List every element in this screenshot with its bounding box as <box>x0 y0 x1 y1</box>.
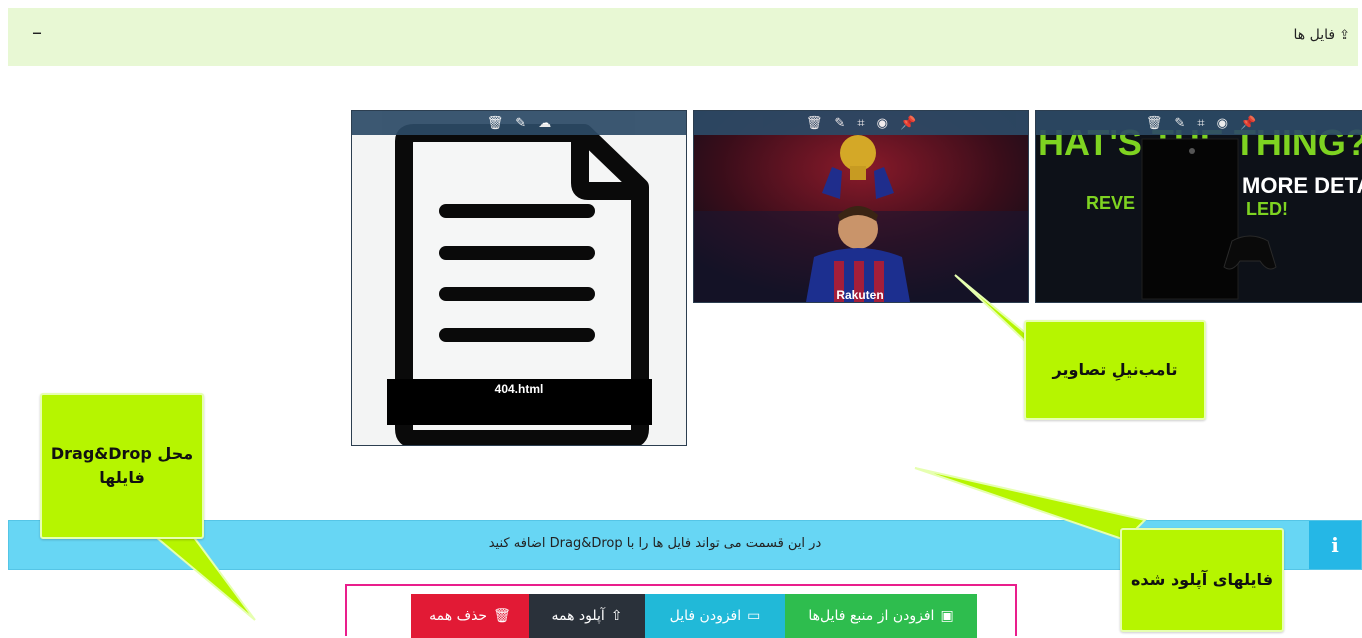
messi-trophy-photo: Rakuten <box>694 111 1028 302</box>
trash-icon: 🗑 <box>493 608 511 624</box>
shirt-sponsor-text: Rakuten <box>836 288 883 302</box>
promo-subline: MORE DETAILS <box>1242 173 1362 198</box>
edit-icon[interactable]: ✎ <box>515 117 526 130</box>
edit-icon[interactable]: ✎ <box>1174 117 1185 130</box>
crop-icon[interactable]: ⌗ <box>1197 117 1204 130</box>
callout-dragdrop-area: محل Drag&Drop فایلها <box>40 393 204 539</box>
eye-icon[interactable]: ◉ <box>877 117 888 130</box>
files-panel-header: ⇪فایل ها – <box>8 8 1358 66</box>
file-actions-bar: 🗑 ✎ ⌗ ◉ 📌 <box>1036 111 1362 135</box>
cloud-upload-icon: ⇪ <box>1339 28 1350 43</box>
image-icon: ▣ <box>940 608 954 624</box>
file-name-label: 404.html <box>494 382 544 396</box>
delete-all-button[interactable]: 🗑 حذف همه <box>411 594 529 638</box>
file-actions-bar: 🗑 ✎ ☁ <box>352 111 686 135</box>
eye-icon[interactable]: ◉ <box>1217 117 1228 130</box>
file-card-image-messi[interactable]: 🗑 ✎ ⌗ ◉ 📌 Rakuten <box>693 110 1029 303</box>
collapse-button[interactable]: – <box>32 20 42 44</box>
file-card-image-xbox[interactable]: 🗑 ✎ ⌗ ◉ 📌 HAT'S THE THING? MORE DETAILS … <box>1035 110 1362 303</box>
trash-icon[interactable]: 🗑 <box>487 117 504 130</box>
upload-icon: ⇧ <box>610 608 623 624</box>
callout-uploaded-files: فایلهای آپلود شده <box>1120 528 1284 632</box>
add-from-source-button[interactable]: ▣ افزودن از منبع فایل‌ها <box>785 594 977 638</box>
edit-icon[interactable]: ✎ <box>834 117 845 130</box>
panel-title: ⇪فایل ها <box>1293 27 1350 43</box>
trash-icon[interactable]: 🗑 <box>1146 117 1163 130</box>
folder-icon: ▭ <box>747 608 761 624</box>
info-icon: i <box>1309 521 1361 569</box>
pin-icon[interactable]: 📌 <box>1240 117 1256 130</box>
file-card-document[interactable]: 🗑 ✎ ☁ 404.html <box>351 110 687 446</box>
callout-thumbnails: تامب‌نیلِ تصاویر <box>1024 320 1206 420</box>
upload-all-button[interactable]: ⇧ آپلود همه <box>529 594 645 638</box>
trash-icon[interactable]: 🗑 <box>806 117 823 130</box>
pin-icon[interactable]: 📌 <box>900 117 916 130</box>
add-file-button[interactable]: ▭ افزودن فایل <box>645 594 785 638</box>
promo-side-text: REVE <box>1086 193 1135 213</box>
crop-icon[interactable]: ⌗ <box>857 117 864 130</box>
cloud-download-icon[interactable]: ☁ <box>538 117 551 130</box>
file-actions-bar: 🗑 ✎ ⌗ ◉ 📌 <box>694 111 1028 135</box>
file-actions-toolbar: ▣ افزودن از منبع فایل‌ها ▭ افزودن فایل ⇧ آپ… <box>345 584 1017 638</box>
xbox-promo-image: HAT'S THE THING? MORE DETAILS REVE LED! <box>1036 111 1362 302</box>
promo-side-text-2: LED! <box>1246 199 1288 219</box>
